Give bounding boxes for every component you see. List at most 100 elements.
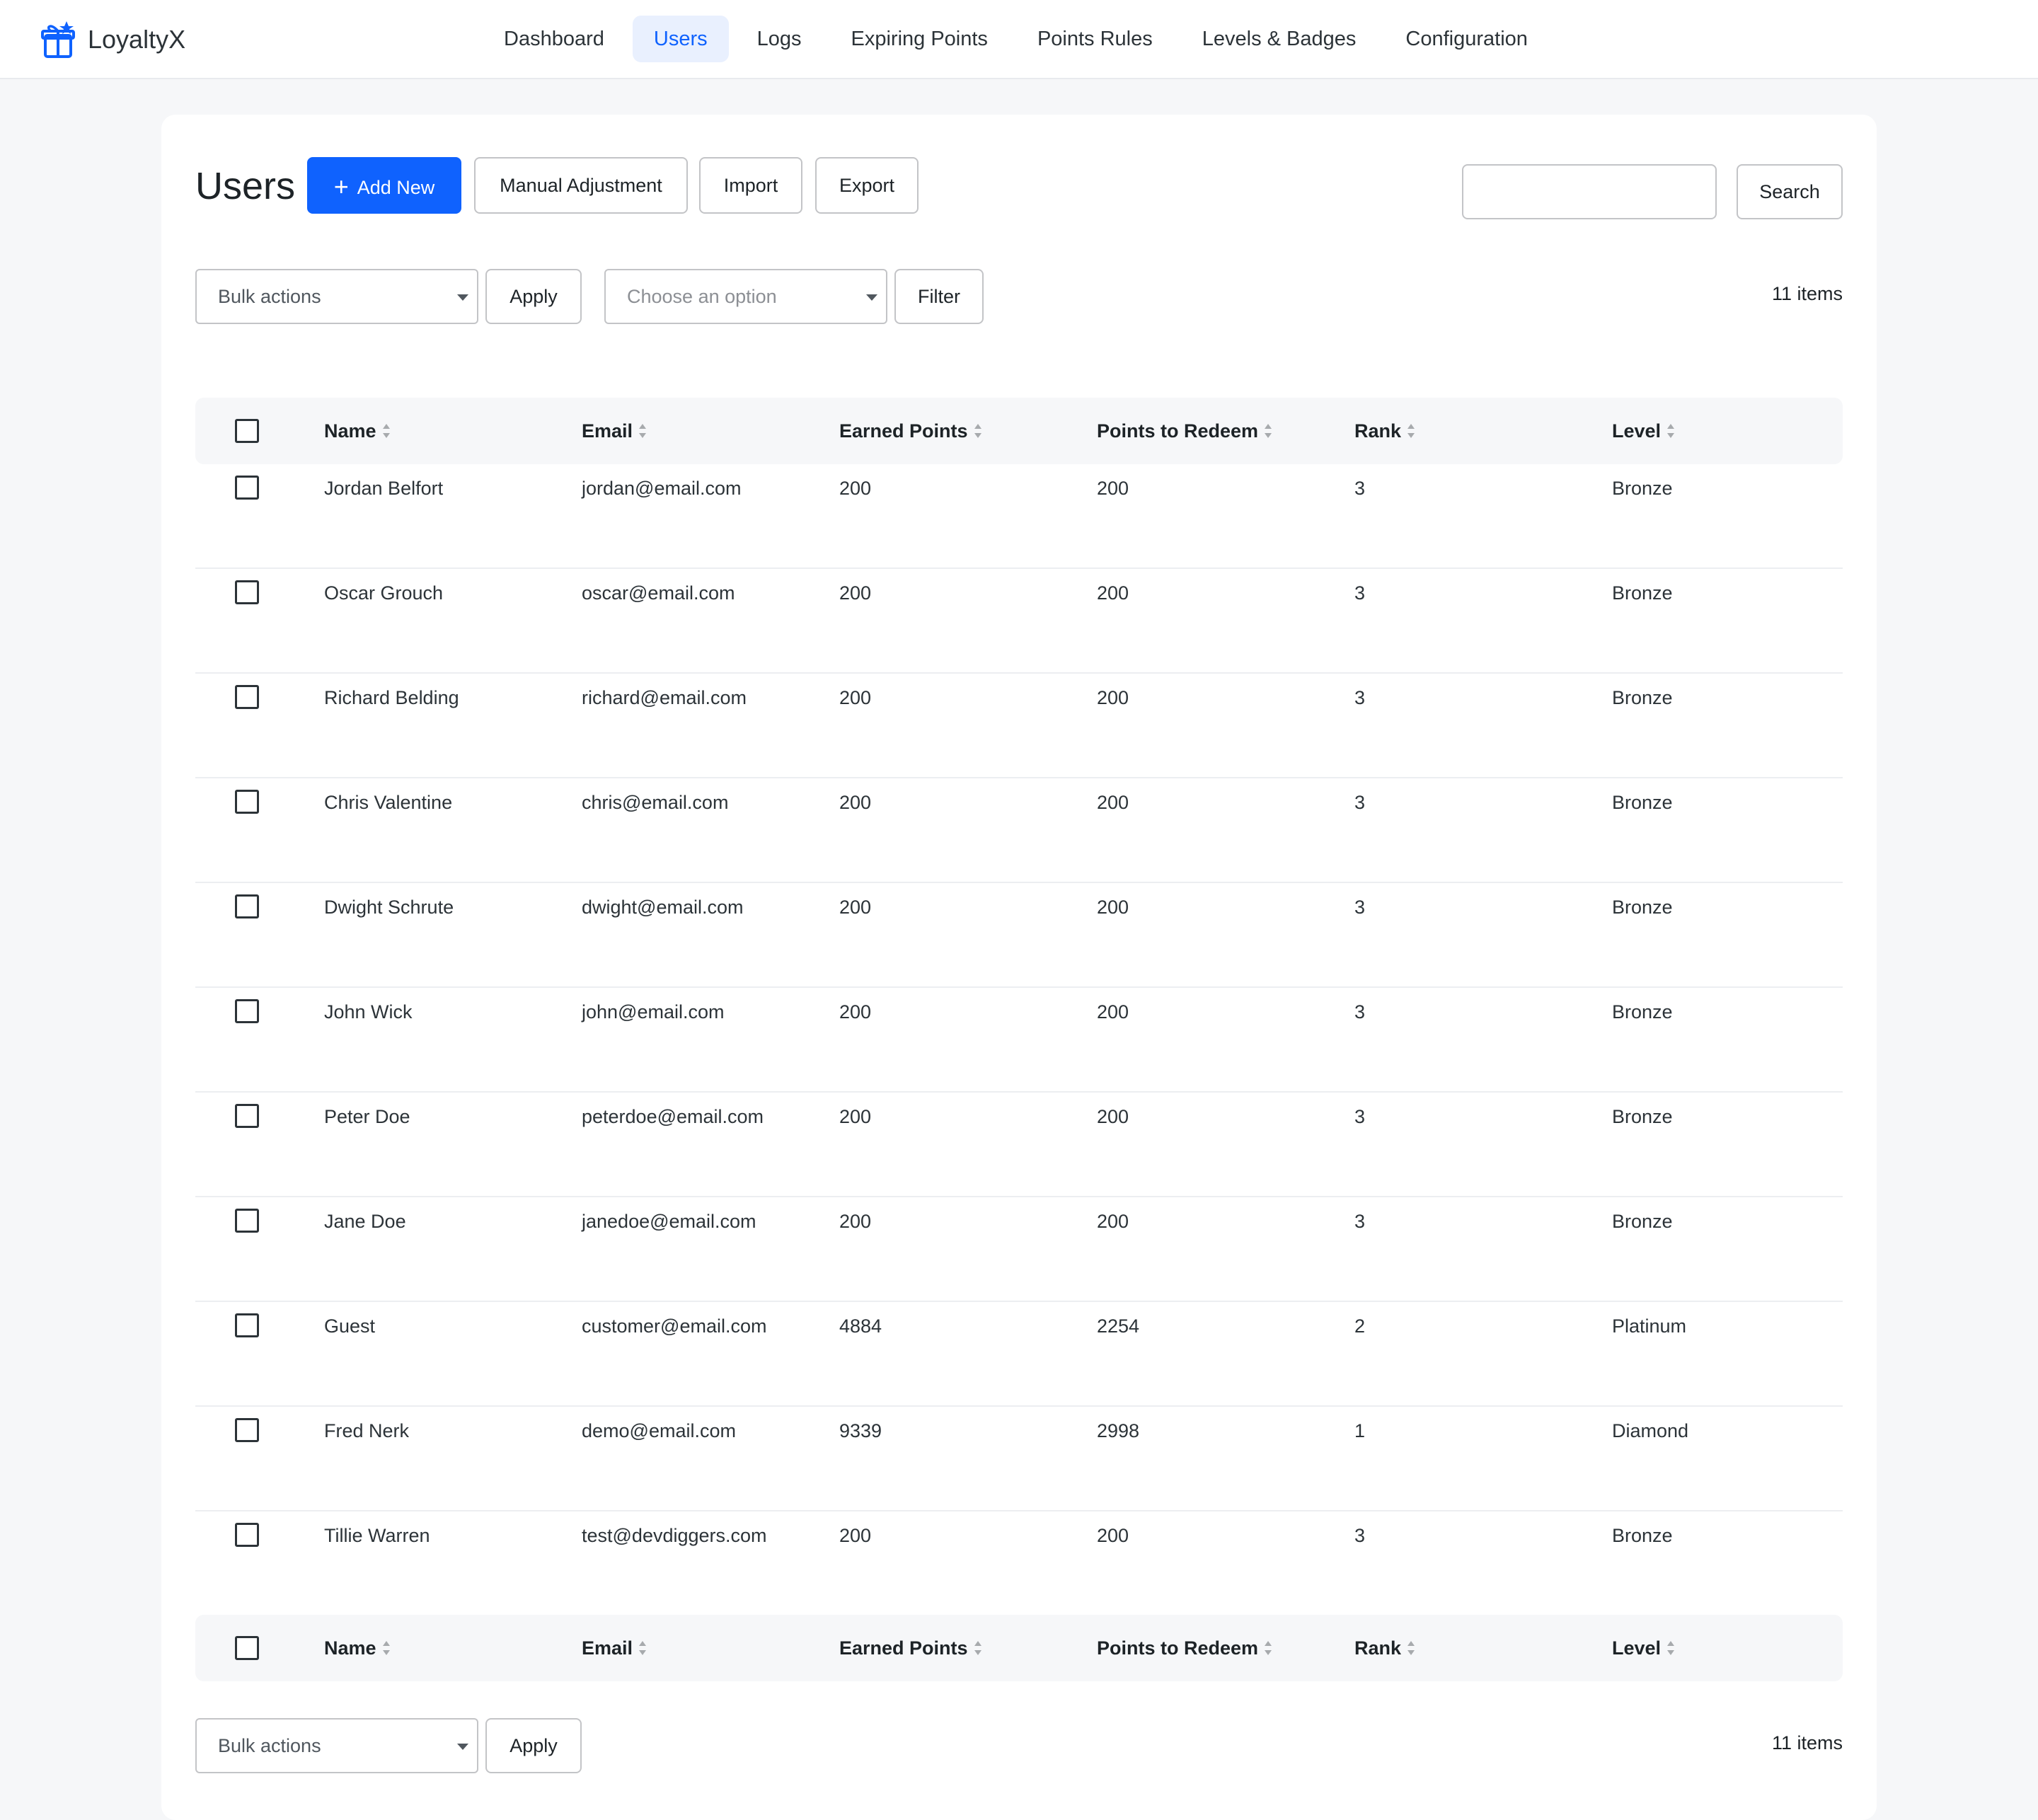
row-checkbox[interactable]	[235, 476, 259, 500]
nav-item-points-rules[interactable]: Points Rules	[1016, 16, 1174, 62]
row-checkbox[interactable]	[235, 1209, 259, 1233]
cell-earned-points: 200	[839, 792, 872, 813]
cell-level: Bronze	[1612, 478, 1673, 499]
bulk-actions-value: Bulk actions	[218, 1735, 321, 1756]
chevron-down-icon	[866, 294, 877, 301]
nav-item-configuration[interactable]: Configuration	[1384, 16, 1549, 62]
column-header-email[interactable]: Email	[582, 398, 647, 464]
cell-name: Guest	[324, 1315, 376, 1337]
select-all-checkbox-footer[interactable]	[235, 1636, 259, 1660]
column-header-earned-points[interactable]: Earned Points	[839, 398, 982, 464]
row-checkbox[interactable]	[235, 790, 259, 814]
cell-points-to-redeem: 2254	[1097, 1315, 1140, 1337]
cell-level: Bronze	[1612, 582, 1673, 604]
nav-item-dashboard[interactable]: Dashboard	[483, 16, 626, 62]
cell-email: peterdoe@email.com	[582, 1106, 764, 1127]
cell-earned-points: 200	[839, 687, 872, 708]
table-row: John Wick john@email.com 200 200 3 Bronz…	[195, 988, 1843, 1093]
cell-email: demo@email.com	[582, 1420, 736, 1441]
row-checkbox[interactable]	[235, 685, 259, 709]
column-header-level[interactable]: Level	[1612, 398, 1675, 464]
column-footer-name[interactable]: Name	[324, 1615, 391, 1681]
filter-placeholder: Choose an option	[627, 286, 777, 307]
cell-points-to-redeem: 200	[1097, 1001, 1129, 1023]
search-input[interactable]	[1462, 164, 1717, 219]
cell-email: chris@email.com	[582, 792, 729, 813]
sort-arrows-icon	[974, 1640, 982, 1657]
cell-earned-points: 200	[839, 897, 872, 918]
column-footer-points-to-redeem[interactable]: Points to Redeem	[1097, 1615, 1272, 1681]
cell-name: Dwight Schrute	[324, 897, 454, 918]
table-header: Name Email Earned Points Points to Redee…	[195, 398, 1843, 464]
cell-level: Bronze	[1612, 687, 1673, 708]
table-row: Fred Nerk demo@email.com 9339 2998 1 Dia…	[195, 1407, 1843, 1511]
sort-arrows-icon	[1264, 422, 1272, 439]
cell-name: Oscar Grouch	[324, 582, 444, 604]
manual-adjustment-button[interactable]: Manual Adjustment	[474, 157, 688, 214]
export-button[interactable]: Export	[815, 157, 919, 214]
cell-level: Bronze	[1612, 792, 1673, 813]
filter-select[interactable]: Choose an option	[604, 269, 887, 324]
sort-arrows-icon	[1666, 422, 1675, 439]
column-footer-rank[interactable]: Rank	[1354, 1615, 1415, 1681]
filter-button[interactable]: Filter	[894, 269, 984, 324]
gift-icon	[41, 20, 75, 59]
sort-arrows-icon	[1666, 1640, 1675, 1657]
bulk-actions-select-bottom[interactable]: Bulk actions	[195, 1718, 478, 1773]
cell-points-to-redeem: 200	[1097, 582, 1129, 604]
column-footer-level[interactable]: Level	[1612, 1615, 1675, 1681]
sort-arrows-icon	[382, 422, 391, 439]
table-row: Richard Belding richard@email.com 200 20…	[195, 674, 1843, 778]
cell-level: Diamond	[1612, 1420, 1689, 1441]
cell-rank: 3	[1354, 582, 1366, 604]
bulk-actions-value: Bulk actions	[218, 286, 321, 307]
cell-earned-points: 200	[839, 1525, 872, 1546]
cell-points-to-redeem: 2998	[1097, 1420, 1140, 1441]
row-checkbox[interactable]	[235, 580, 259, 604]
add-new-button[interactable]: + Add New	[307, 157, 461, 214]
items-count-bottom: 11 items	[1771, 1732, 1843, 1753]
sort-arrows-icon	[382, 1640, 391, 1657]
table-row: Jordan Belfort jordan@email.com 200 200 …	[195, 464, 1843, 569]
row-checkbox[interactable]	[235, 894, 259, 918]
row-checkbox[interactable]	[235, 1313, 259, 1337]
brand[interactable]: LoyaltyX	[41, 20, 185, 59]
select-all-checkbox[interactable]	[235, 419, 259, 443]
table-row: Chris Valentine chris@email.com 200 200 …	[195, 778, 1843, 883]
nav-item-expiring-points[interactable]: Expiring Points	[830, 16, 1009, 62]
table-row: Guest customer@email.com 4884 2254 2 Pla…	[195, 1302, 1843, 1407]
items-count-top: 11 items	[1771, 283, 1843, 304]
page-title: Users	[195, 165, 296, 207]
cell-points-to-redeem: 200	[1097, 1211, 1129, 1232]
bulk-actions-select-top[interactable]: Bulk actions	[195, 269, 478, 324]
column-footer-email[interactable]: Email	[582, 1615, 647, 1681]
row-checkbox[interactable]	[235, 1104, 259, 1128]
cell-rank: 3	[1354, 1001, 1366, 1023]
table-row: Oscar Grouch oscar@email.com 200 200 3 B…	[195, 569, 1843, 674]
cell-rank: 3	[1354, 1525, 1366, 1546]
search-button[interactable]: Search	[1737, 164, 1843, 219]
column-header-points-to-redeem[interactable]: Points to Redeem	[1097, 398, 1272, 464]
row-checkbox[interactable]	[235, 1418, 259, 1442]
column-footer-earned-points[interactable]: Earned Points	[839, 1615, 982, 1681]
nav-item-levels-badges[interactable]: Levels & Badges	[1181, 16, 1378, 62]
column-header-name[interactable]: Name	[324, 398, 391, 464]
import-button[interactable]: Import	[699, 157, 802, 214]
nav-item-logs[interactable]: Logs	[736, 16, 823, 62]
cell-level: Bronze	[1612, 1525, 1673, 1546]
apply-button-top[interactable]: Apply	[485, 269, 582, 324]
row-checkbox[interactable]	[235, 1523, 259, 1547]
cell-level: Bronze	[1612, 897, 1673, 918]
cell-email: john@email.com	[582, 1001, 725, 1023]
cell-name: Richard Belding	[324, 687, 459, 708]
cell-earned-points: 200	[839, 1001, 872, 1023]
nav-item-users[interactable]: Users	[632, 16, 729, 62]
column-header-rank[interactable]: Rank	[1354, 398, 1415, 464]
sort-arrows-icon	[1264, 1640, 1272, 1657]
cell-rank: 2	[1354, 1315, 1366, 1337]
row-checkbox[interactable]	[235, 999, 259, 1023]
main-nav: Dashboard Users Logs Expiring Points Poi…	[483, 16, 1556, 62]
table-row: Dwight Schrute dwight@email.com 200 200 …	[195, 883, 1843, 988]
sort-arrows-icon	[638, 1640, 647, 1657]
apply-button-bottom[interactable]: Apply	[485, 1718, 582, 1773]
